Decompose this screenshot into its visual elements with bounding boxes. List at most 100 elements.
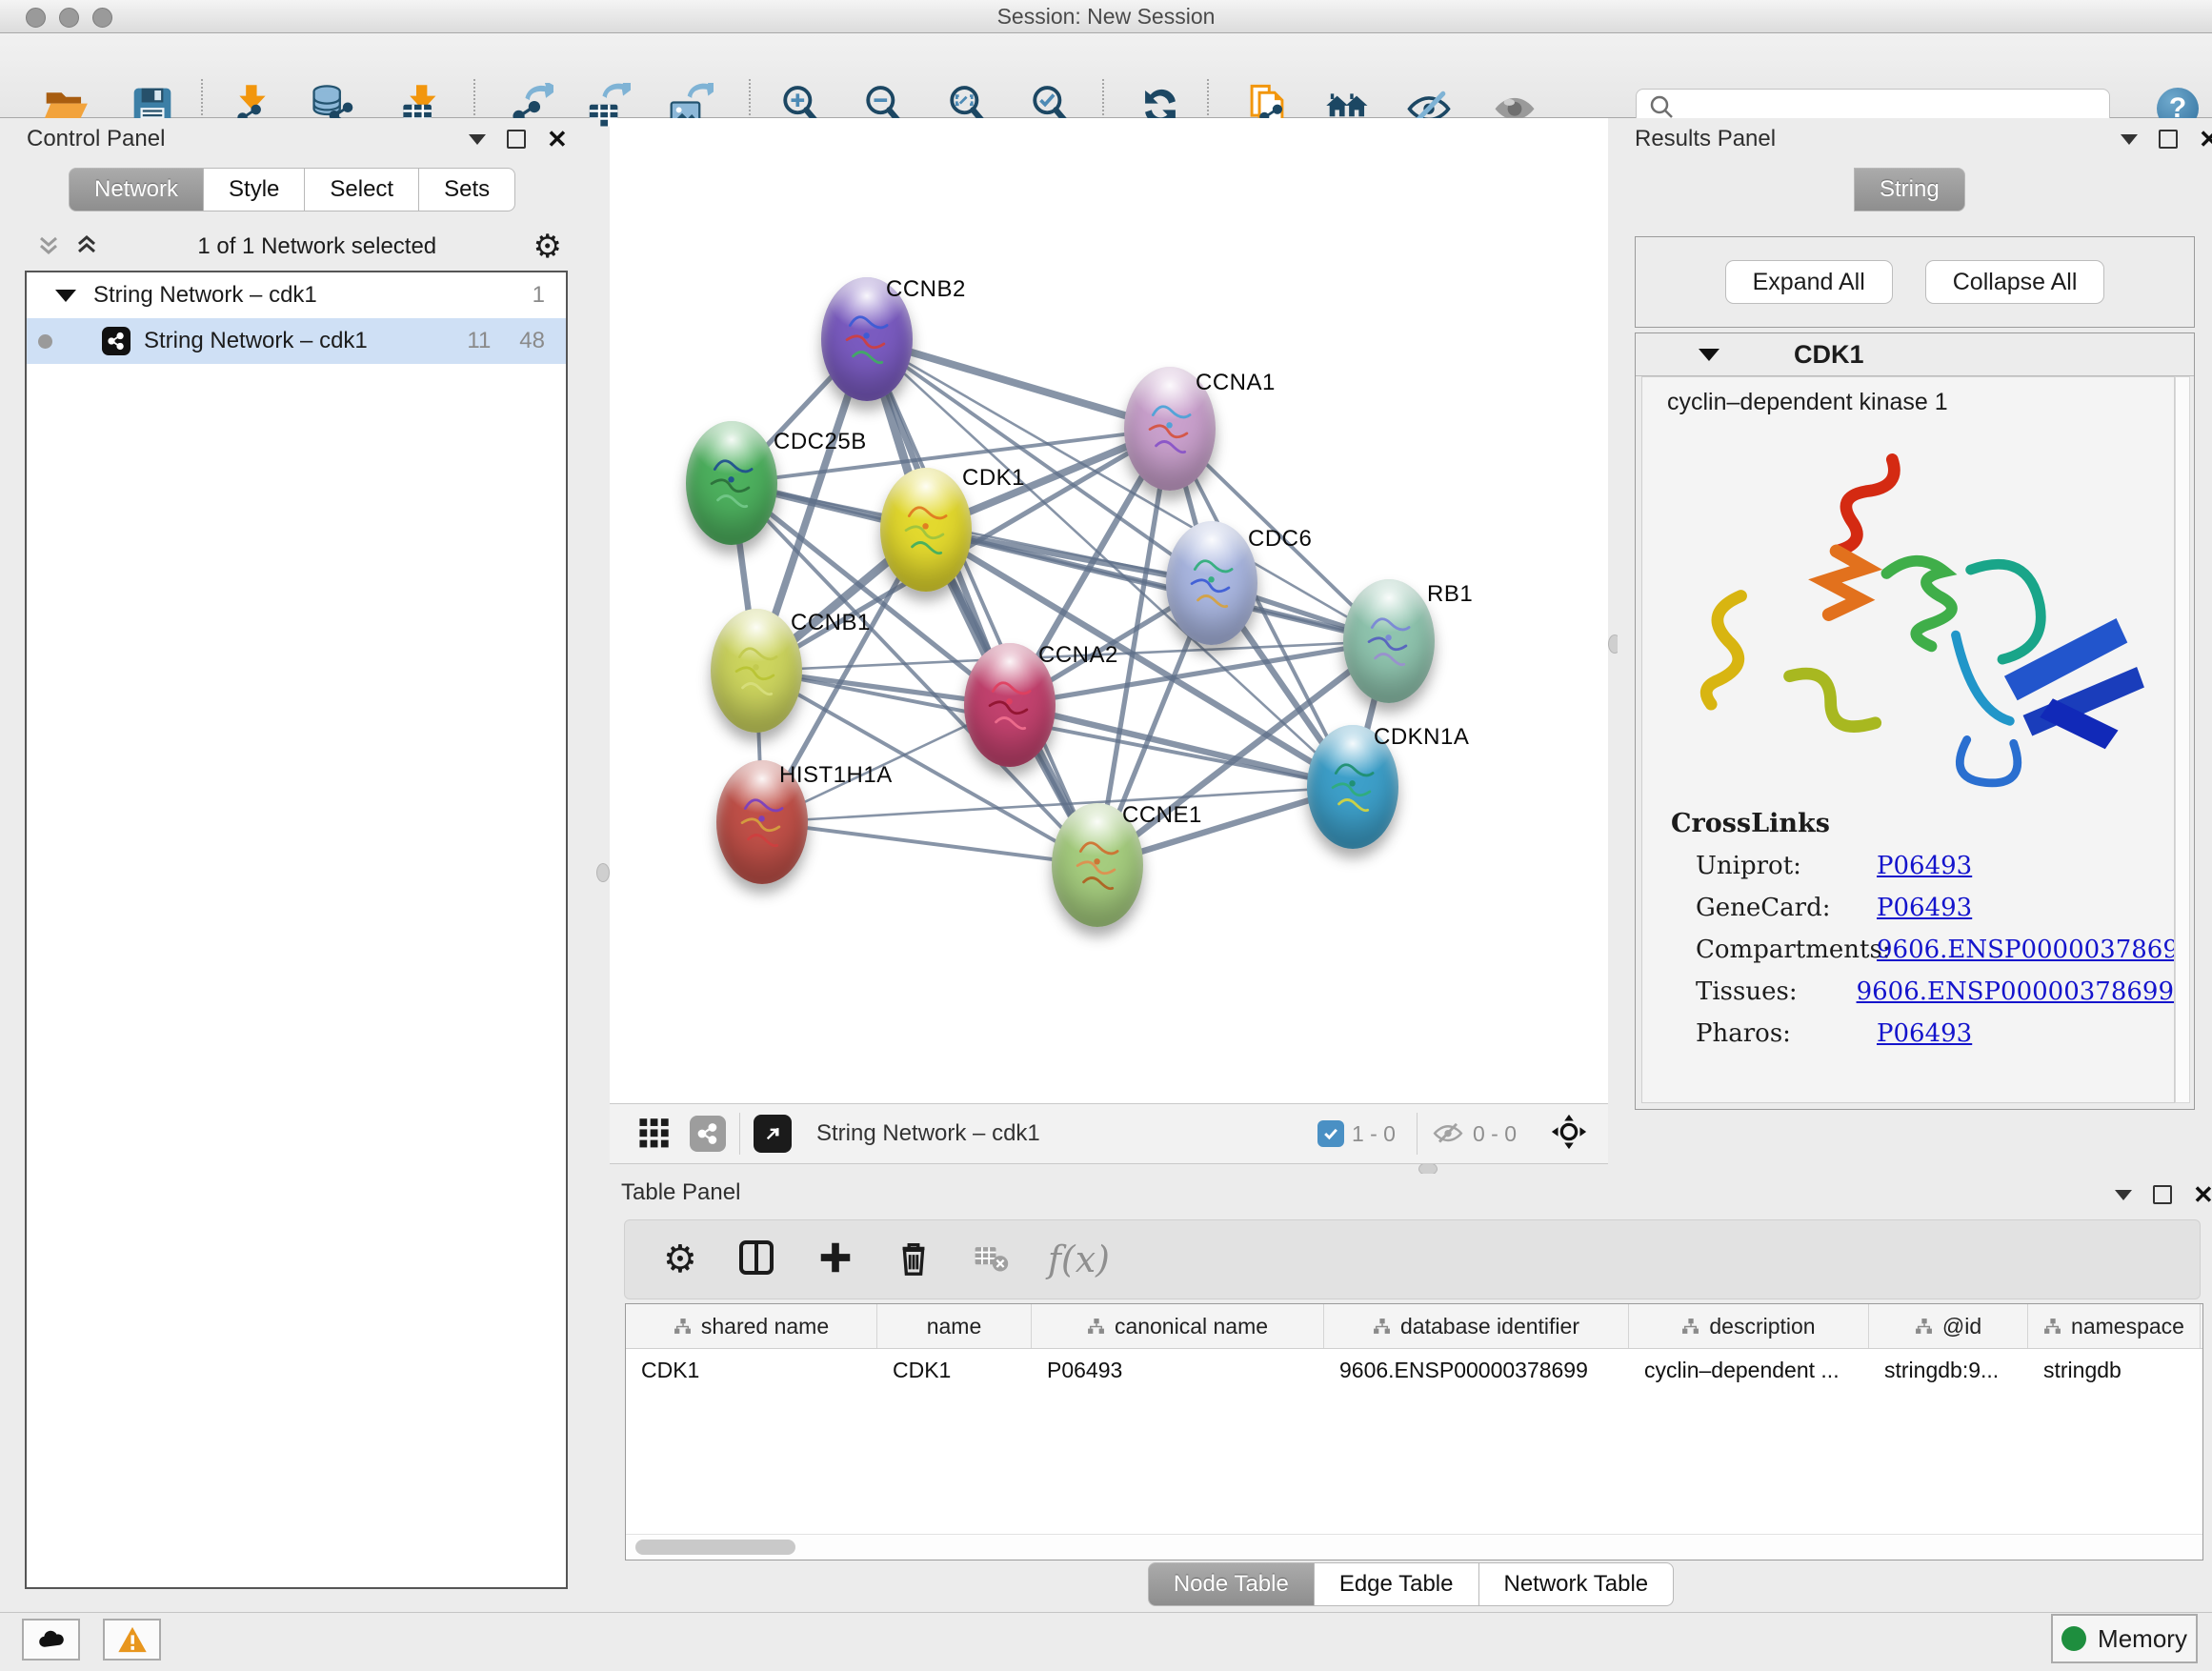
node-label-ccna1: CCNA1 [1196,370,1276,396]
left-splitter-handle[interactable] [596,863,610,882]
title-bar: Session: New Session [0,0,2212,33]
network-node-cdk1[interactable] [880,468,972,592]
close-panel-icon[interactable]: ✕ [547,131,568,147]
table-hscrollbar-thumb[interactable] [635,1540,795,1555]
show-columns-icon[interactable] [735,1237,777,1283]
crosslinks-heading: CrossLinks [1671,809,2174,838]
collapse-all-tree-icon[interactable] [34,231,63,264]
crosslink-link[interactable]: P06493 [1877,852,1972,880]
crosslinks-list: Uniprot:P06493GeneCard:P06493Compartment… [1642,852,2174,1048]
node-label-cdc25b: CDC25B [774,429,867,455]
crosslink-link[interactable]: 9606.ENSP00000378699 [1857,977,2174,1006]
grid-view-icon[interactable] [636,1114,673,1155]
tab-string[interactable]: String [1854,168,1965,211]
tab-select[interactable]: Select [305,168,419,211]
results-close-icon[interactable]: ✕ [2199,131,2212,147]
network-view-toolbar: String Network – cdk1 1 - 0 0 - 0 [610,1103,1608,1164]
add-column-icon[interactable] [815,1238,855,1282]
selected-checkbox-icon[interactable] [1317,1120,1344,1147]
network-badge-icon[interactable] [690,1116,726,1152]
results-menu-icon[interactable] [2121,134,2138,145]
tab-node-table[interactable]: Node Table [1148,1562,1315,1606]
birdseye-toggle-icon[interactable] [754,1115,792,1153]
table-cell: cyclin–dependent ... [1629,1349,1869,1391]
column-header-namespace[interactable]: namespace [2028,1304,2201,1348]
tab-network-table[interactable]: Network Table [1479,1562,1675,1606]
network-selection-summary: 1 of 1 Network selected [101,233,533,260]
cytoscape-window: Session: New Session ? Control Panel ✕ N… [0,0,2212,1671]
column-header-canonical-name[interactable]: canonical name [1032,1304,1324,1348]
cloud-status-icon[interactable] [22,1619,80,1661]
tab-style[interactable]: Style [204,168,305,211]
table-options-gear-icon[interactable]: ⚙ [663,1238,697,1281]
results-scrollbar[interactable] [2175,376,2190,1103]
panel-menu-icon[interactable] [469,134,486,145]
table-panel: Table Panel ✕ ⚙ f(x) shared namenamecano… [610,1174,2212,1610]
tab-sets[interactable]: Sets [419,168,515,211]
memory-button[interactable]: Memory [2051,1614,2198,1663]
crosslink-row: Uniprot:P06493 [1696,852,2174,880]
delete-table-icon[interactable] [972,1238,1010,1281]
node-label-cdk1: CDK1 [962,465,1025,492]
crosslink-label: GeneCard: [1696,894,1877,922]
node-label-cdc6: CDC6 [1248,526,1312,553]
expand-all-tree-icon[interactable] [72,231,101,264]
network-node-cdc6[interactable] [1166,521,1257,645]
delete-column-icon[interactable] [894,1238,934,1282]
network-node-rb1[interactable] [1343,579,1435,703]
control-panel-tabs: NetworkStyleSelectSets [69,168,515,211]
crosslink-link[interactable]: P06493 [1877,894,1972,922]
table-toolbar: ⚙ f(x) [624,1219,2201,1299]
protein-description: cyclin–dependent kinase 1 [1667,389,2174,416]
table-tabs: Node TableEdge TableNetwork Table [1148,1562,1674,1606]
table-menu-icon[interactable] [2115,1190,2132,1200]
float-panel-icon[interactable] [507,130,526,149]
crosslink-link[interactable]: 9606.ENSP00000378699 [1877,936,2175,964]
table-cell: CDK1 [626,1349,877,1391]
expand-all-button[interactable]: Expand All [1725,260,1893,304]
network-row-selected[interactable]: String Network – cdk1 11 48 [27,318,566,364]
network-type-icon [102,327,131,355]
node-label-ccna2: CCNA2 [1038,642,1118,669]
column-header-description[interactable]: description [1629,1304,1869,1348]
memory-label: Memory [2098,1624,2187,1654]
crosslink-row: Tissues:9606.ENSP00000378699 [1696,977,2174,1006]
protein-expander-icon[interactable] [1699,349,1719,361]
crosslink-label: Pharos: [1696,1019,1877,1048]
network-node-ccnb1[interactable] [711,609,802,733]
tab-edge-table[interactable]: Edge Table [1315,1562,1479,1606]
node-label-ccnb2: CCNB2 [886,276,966,303]
warning-status-icon[interactable] [103,1619,161,1661]
node-table: shared namenamecanonical namedatabase id… [625,1303,2203,1560]
protein-card-content: cyclin–dependent kinase 1 [1641,376,2175,1103]
network-options-gear-icon[interactable]: ⚙ [533,228,562,266]
table-float-icon[interactable] [2153,1185,2172,1204]
control-panel-title: Control Panel [27,126,165,152]
column-header-name[interactable]: name [877,1304,1032,1348]
column-header--id[interactable]: @id [1869,1304,2028,1348]
results-float-icon[interactable] [2159,130,2178,149]
column-header-shared-name[interactable]: shared name [626,1304,877,1348]
network-status-dot-icon [38,334,52,349]
node-label-hist1h1a: HIST1H1A [779,762,893,789]
protein-name: CDK1 [1794,340,1864,370]
network-node-cdc25b[interactable] [686,421,777,545]
fit-selection-crosshair-icon[interactable] [1549,1112,1589,1157]
network-canvas[interactable]: CCNB2CCNA1CDC25BCDK1CDC6RB1CCNB1CCNA2CDK… [610,118,1608,1103]
collapse-all-button[interactable]: Collapse All [1925,260,2105,304]
protein-details-card: CDK1 cyclin–dependent kinase 1 [1635,332,2195,1110]
crosslink-link[interactable]: P06493 [1877,1019,1972,1048]
function-builder-icon[interactable]: f(x) [1048,1238,1110,1280]
crosslink-row: Pharos:P06493 [1696,1019,2174,1048]
tab-network[interactable]: Network [69,168,204,211]
table-close-icon[interactable]: ✕ [2193,1187,2212,1202]
network-collection-row[interactable]: String Network – cdk1 1 [27,272,566,318]
collection-expander-icon[interactable] [55,290,76,302]
table-hscrollbar [626,1534,2202,1560]
table-body: CDK1CDK1P064939606.ENSP00000378699cyclin… [626,1349,2202,1391]
crosslink-row: GeneCard:P06493 [1696,894,2174,922]
column-header-database-identifier[interactable]: database identifier [1324,1304,1629,1348]
table-row[interactable]: CDK1CDK1P064939606.ENSP00000378699cyclin… [626,1349,2202,1391]
table-cell: CDK1 [877,1349,1032,1391]
table-cell: 9606.ENSP00000378699 [1324,1349,1629,1391]
